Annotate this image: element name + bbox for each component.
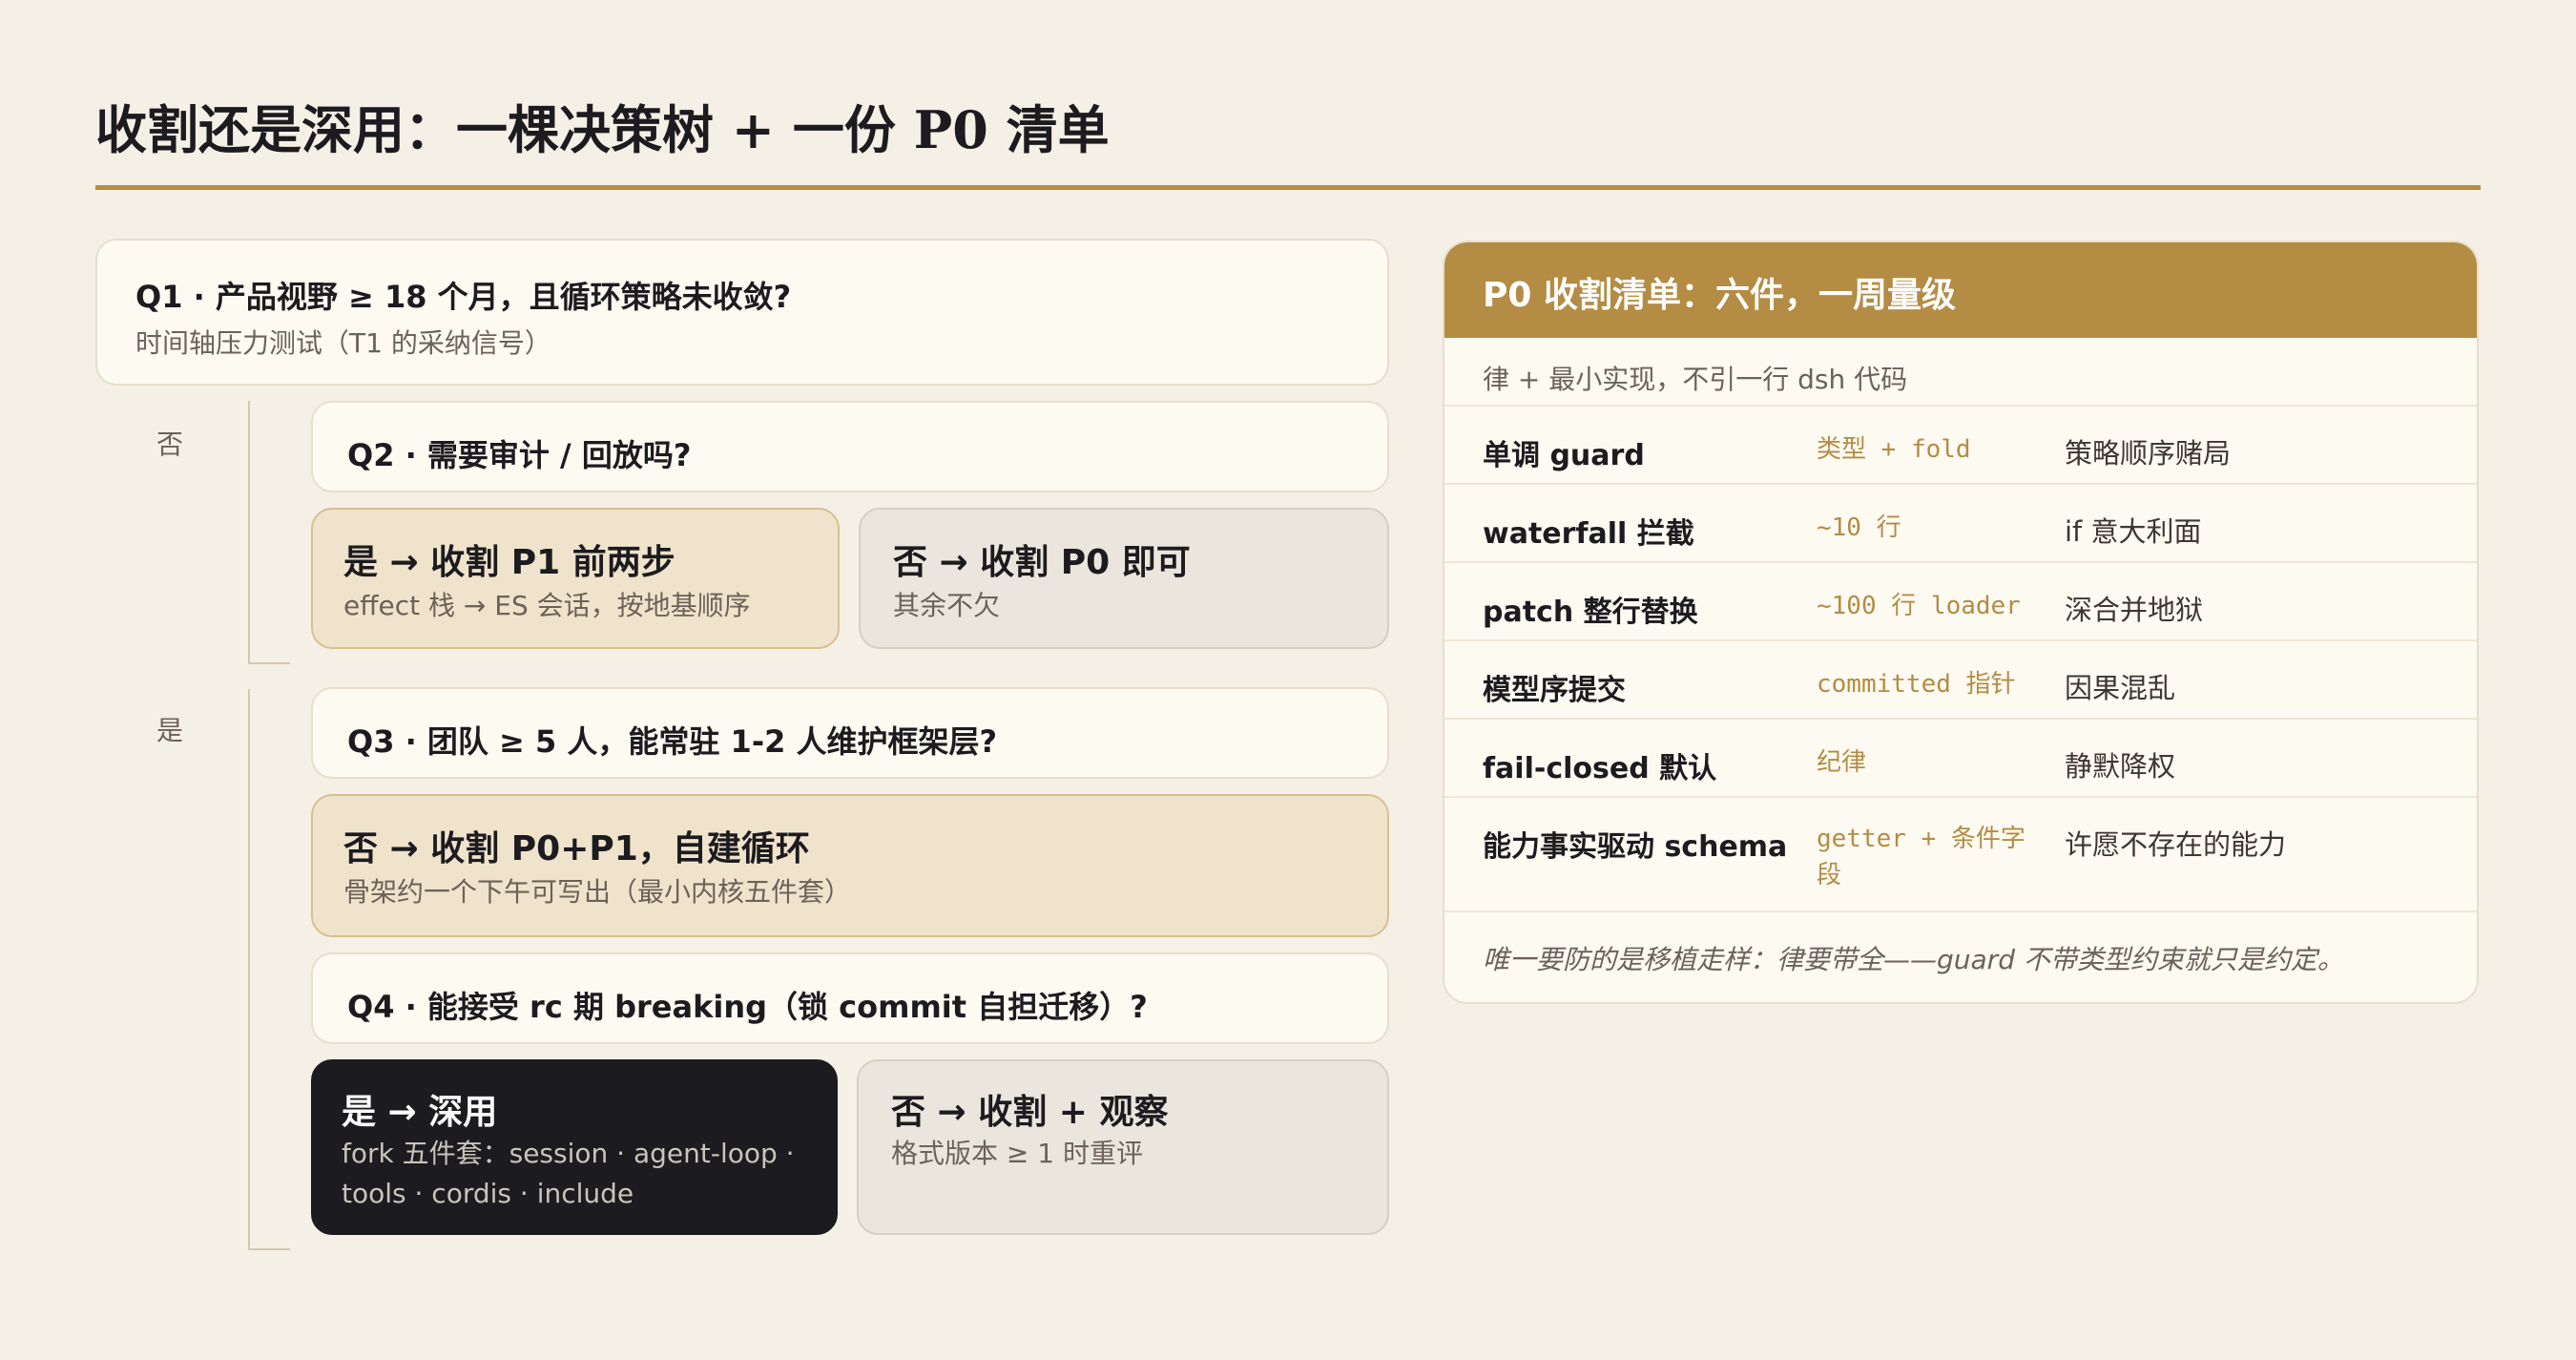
checklist-item: 单调 guard — [1483, 439, 1645, 472]
bracket-yes-foot — [248, 1248, 290, 1250]
q2-yes-subtitle: effect 栈 → ES 会话，按地基顺序 — [343, 590, 751, 621]
row-divider — [1444, 561, 2477, 563]
q3-no-card: 否 → 收割 P0+P1，自建循环 骨架约一个下午可写出（最小内核五件套） — [311, 794, 1389, 937]
bracket-no-line — [248, 401, 250, 664]
checklist-title: P0 收割清单：六件，一周量级 — [1483, 276, 1956, 315]
q3-no-subtitle: 骨架约一个下午可写出（最小内核五件套） — [343, 876, 852, 908]
q3-card: Q3 · 团队 ≥ 5 人，能常驻 1-2 人维护框架层? — [311, 687, 1389, 779]
checklist-item: patch 整行替换 — [1483, 596, 1698, 629]
checklist-risk: 深合并地狱 — [2065, 594, 2204, 626]
checklist-cost: ~100 行 loader — [1817, 592, 2021, 620]
row-divider — [1444, 796, 2477, 798]
q4-title: Q4 · 能接受 rc 期 breaking（锁 commit 自担迁移）? — [347, 989, 1148, 1025]
checklist-risk: 策略顺序赌局 — [2065, 437, 2232, 470]
row-divider — [1444, 483, 2477, 485]
bracket-yes-line — [248, 689, 250, 1250]
checklist-cost: getter + 条件字段 — [1817, 825, 2025, 889]
checklist-cost: committed 指针 — [1817, 670, 2016, 699]
row-divider — [1444, 405, 2477, 407]
checklist-item: waterfall 拦截 — [1483, 517, 1694, 551]
q4-yes-subtitle: fork 五件套：session · agent-loop · tools · … — [342, 1138, 795, 1209]
row-divider — [1444, 910, 2477, 912]
checklist-risk: 因果混乱 — [2065, 672, 2176, 704]
q2-yes-card: 是 → 收割 P1 前两步 effect 栈 → ES 会话，按地基顺序 — [311, 508, 840, 649]
checklist-risk: if 意大利面 — [2065, 515, 2202, 548]
q3-title: Q3 · 团队 ≥ 5 人，能常驻 1-2 人维护框架层? — [347, 723, 998, 760]
q2-no-subtitle: 其余不欠 — [893, 590, 1001, 621]
q2-no-title: 否 → 收割 P0 即可 — [893, 543, 1191, 582]
bracket-no-foot — [248, 662, 290, 664]
q1-title: Q1 · 产品视野 ≥ 18 个月，且循环策略未收敛? — [135, 279, 792, 315]
q4-yes-title: 是 → 深用 — [342, 1093, 498, 1132]
checklist-footer: 唯一要防的是移植走样：律要带全——guard 不带类型约束就只是约定。 — [1483, 944, 2344, 975]
q2-no-card: 否 → 收割 P0 即可 其余不欠 — [859, 508, 1389, 649]
q4-no-title: 否 → 收割 + 观察 — [891, 1093, 1169, 1132]
q2-card: Q2 · 需要审计 / 回放吗? — [311, 401, 1389, 492]
branch-label-yes: 是 — [156, 715, 184, 746]
q2-yes-title: 是 → 收割 P1 前两步 — [343, 543, 675, 582]
checklist-item: fail-closed 默认 — [1483, 752, 1717, 785]
checklist-cost: ~10 行 — [1817, 513, 1901, 542]
q2-title: Q2 · 需要审计 / 回放吗? — [347, 437, 692, 473]
p0-checklist-panel: P0 收割清单：六件，一周量级 律 + 最小实现，不引一行 dsh 代码 单调 … — [1443, 241, 2479, 1004]
checklist-risk: 许愿不存在的能力 — [2065, 828, 2287, 861]
q4-no-subtitle: 格式版本 ≥ 1 时重评 — [891, 1138, 1143, 1169]
title-divider — [95, 185, 2481, 190]
checklist-subtitle: 律 + 最小实现，不引一行 dsh 代码 — [1483, 364, 1908, 395]
q1-subtitle: 时间轴压力测试（T1 的采纳信号） — [135, 327, 551, 359]
checklist-header: P0 收割清单：六件，一周量级 — [1444, 242, 2477, 338]
checklist-risk: 静默降权 — [2065, 750, 2176, 783]
q3-no-title: 否 → 收割 P0+P1，自建循环 — [343, 829, 810, 868]
q1-card: Q1 · 产品视野 ≥ 18 个月，且循环策略未收敛? 时间轴压力测试（T1 的… — [95, 239, 1389, 386]
checklist-cost: 类型 + fold — [1817, 435, 1971, 464]
q4-yes-card: 是 → 深用 fork 五件套：session · agent-loop · t… — [311, 1059, 838, 1235]
q4-no-card: 否 → 收割 + 观察 格式版本 ≥ 1 时重评 — [857, 1059, 1389, 1235]
q4-card: Q4 · 能接受 rc 期 breaking（锁 commit 自担迁移）? — [311, 952, 1389, 1044]
branch-label-no: 否 — [156, 429, 184, 460]
page-title: 收割还是深用：一棵决策树 + 一份 P0 清单 — [95, 99, 1110, 160]
row-divider — [1444, 718, 2477, 720]
row-divider — [1444, 639, 2477, 641]
checklist-item: 能力事实驱动 schema — [1483, 830, 1788, 864]
checklist-cost: 纪律 — [1817, 748, 1867, 777]
checklist-item: 模型序提交 — [1483, 674, 1626, 707]
